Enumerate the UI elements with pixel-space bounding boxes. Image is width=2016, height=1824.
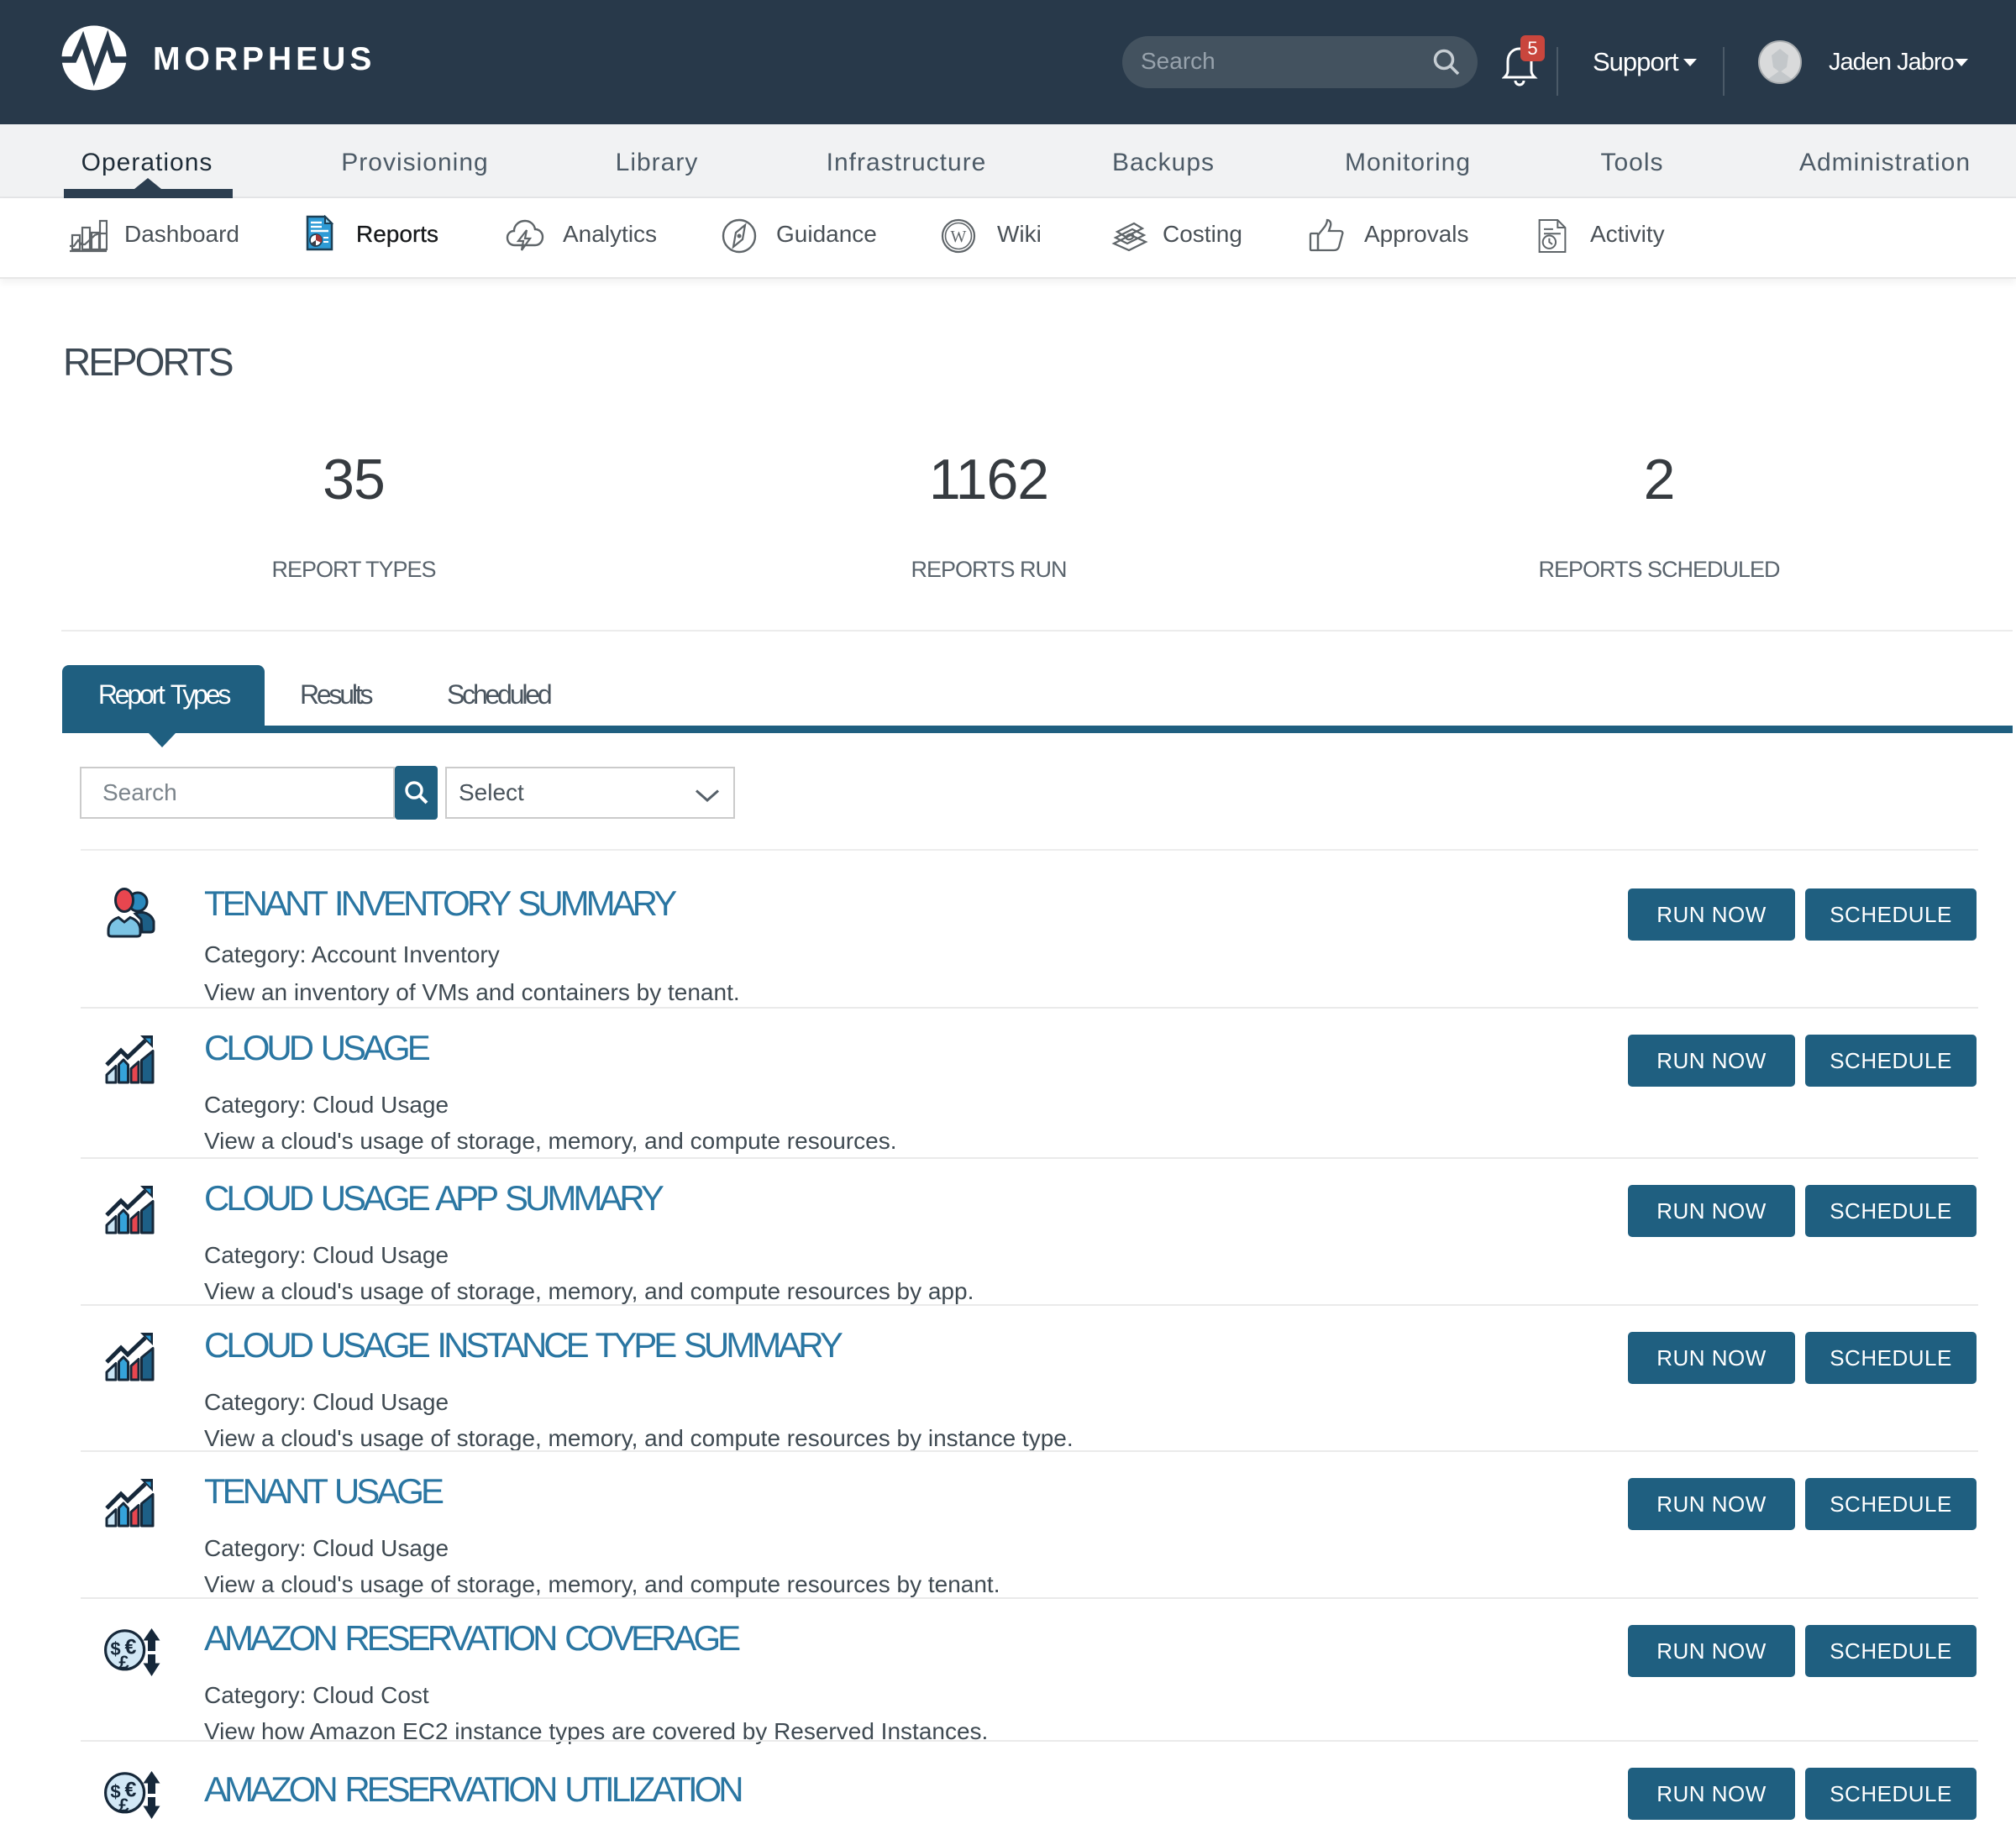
svg-text:W: W xyxy=(951,228,967,246)
